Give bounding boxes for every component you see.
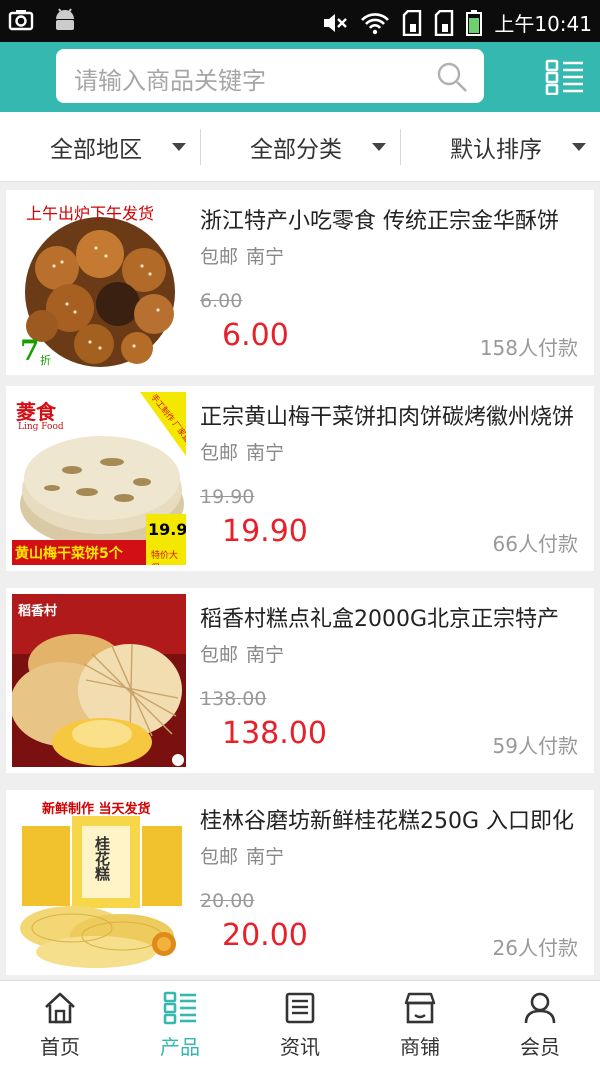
tab-home[interactable]: 首页 (0, 981, 120, 1067)
original-price: 19.90 (200, 486, 255, 508)
product-title[interactable]: 浙江特产小吃零食 传统正宗金华酥饼 (200, 203, 580, 235)
sold-count: 26人付款 (492, 936, 578, 960)
image-brand: 菱食 (16, 400, 56, 424)
chevron-down-icon[interactable] (172, 143, 186, 151)
top-header: 请输入商品关键字 (0, 42, 600, 112)
product-meta: 包邮 南宁 (200, 242, 284, 269)
tab-products[interactable]: 产品 (120, 981, 240, 1067)
product-image[interactable]: 新鲜制作 当天发货 桂花糕 (12, 796, 186, 969)
product-card[interactable]: 新鲜制作 当天发货 桂花糕 桂林谷磨坊新鲜桂花糕250G 入口即化 包邮 南宁 2… (6, 790, 594, 975)
image-brand-en: Ling Food (18, 422, 64, 432)
current-price: 6.00 (222, 318, 289, 353)
image-box-text: 桂花糕 (93, 836, 111, 881)
status-time: 上午10:41 (494, 12, 592, 36)
product-title[interactable]: 稻香村糕点礼盒2000G北京正宗特产 (200, 601, 580, 633)
sold-count: 158人付款 (479, 336, 578, 360)
image-caption: 黄山梅干菜饼5个 (15, 546, 123, 562)
current-price: 138.00 (222, 716, 327, 751)
sold-count: 59人付款 (492, 734, 578, 758)
sold-count: 66人付款 (492, 532, 578, 556)
image-banner-text: 新鲜制作 当天发货 (42, 802, 151, 817)
filter-region-label[interactable]: 全部地区 (50, 130, 142, 164)
location-tag: 南宁 (246, 246, 285, 268)
product-image[interactable]: 上午出炉下午发货 7 折 (12, 196, 186, 369)
product-image[interactable]: 菱食 Ling Food 手工制作 厂家直销 黄山梅干菜饼5个 19.9 特价大… (12, 392, 186, 565)
shop-icon[interactable] (403, 991, 437, 1025)
product-meta: 包邮 南宁 (200, 640, 284, 667)
current-price: 20.00 (222, 918, 308, 953)
image-discount-number: 7 (20, 334, 40, 367)
camera-icon (8, 10, 34, 31)
filter-region[interactable]: 全部地区 (0, 112, 200, 182)
image-promo: 特价大促 (151, 551, 179, 565)
shipping-tag: 包邮 (200, 846, 239, 868)
image-discount-unit: 折 (40, 354, 51, 367)
product-meta: 包邮 南宁 (200, 842, 284, 869)
original-price: 6.00 (200, 290, 243, 312)
shipping-tag: 包邮 (200, 246, 239, 268)
location-tag: 南宁 (246, 644, 285, 666)
location-tag: 南宁 (246, 442, 285, 464)
sim-card-icon (403, 9, 422, 36)
tab-news-label[interactable]: 资讯 (240, 1031, 360, 1060)
image-brand: 稻香村 (18, 604, 58, 619)
tab-member[interactable]: 会员 (480, 981, 600, 1067)
tab-products-label[interactable]: 产品 (120, 1031, 240, 1060)
product-title[interactable]: 正宗黄山梅干菜饼扣肉饼碳烤徽州烧饼 (200, 399, 580, 431)
filter-bar: 全部地区 全部分类 默认排序 (0, 112, 600, 182)
chevron-down-icon[interactable] (372, 143, 386, 151)
original-price: 20.00 (200, 890, 255, 912)
image-price-tag: 19.9 (148, 520, 186, 539)
tab-member-label[interactable]: 会员 (480, 1031, 600, 1060)
wifi-icon (361, 12, 390, 34)
tab-news[interactable]: 资讯 (240, 981, 360, 1067)
original-price: 138.00 (200, 688, 267, 710)
tab-home-label[interactable]: 首页 (0, 1031, 120, 1060)
tab-shop[interactable]: 商铺 (360, 981, 480, 1067)
product-card[interactable]: 稻香村 稻香村糕点礼盒2000G北京正宗特产 包邮 南宁 138.00 138.0… (6, 588, 594, 773)
filter-category[interactable]: 全部分类 (200, 112, 400, 182)
tab-shop-label[interactable]: 商铺 (360, 1031, 480, 1060)
mute-icon (324, 13, 348, 32)
shipping-tag: 包邮 (200, 644, 239, 666)
search-placeholder[interactable]: 请输入商品关键字 (74, 61, 266, 96)
search-icon[interactable] (436, 61, 468, 93)
product-meta: 包邮 南宁 (200, 438, 284, 465)
status-bar: 上午10:41 (0, 0, 600, 42)
search-box[interactable]: 请输入商品关键字 (56, 49, 484, 103)
category-menu-icon[interactable] (545, 59, 585, 95)
filter-sort[interactable]: 默认排序 (400, 112, 600, 182)
sim-card-icon-2 (435, 9, 454, 36)
image-banner-text: 上午出炉下午发货 (26, 204, 155, 223)
chevron-down-icon[interactable] (572, 143, 586, 151)
bottom-tab-bar: 首页 产品 资讯 商铺 会员 (0, 980, 600, 1067)
android-icon (56, 8, 74, 30)
member-icon[interactable] (523, 991, 557, 1025)
filter-category-label[interactable]: 全部分类 (250, 130, 342, 164)
home-icon[interactable] (43, 991, 77, 1025)
filter-sort-label[interactable]: 默认排序 (450, 130, 542, 164)
product-title[interactable]: 桂林谷磨坊新鲜桂花糕250G 入口即化 (200, 803, 580, 835)
shipping-tag: 包邮 (200, 442, 239, 464)
product-list-icon[interactable] (163, 991, 197, 1025)
product-card[interactable]: 菱食 Ling Food 手工制作 厂家直销 黄山梅干菜饼5个 19.9 特价大… (6, 386, 594, 571)
product-image[interactable]: 稻香村 (12, 594, 186, 767)
news-icon[interactable] (283, 991, 317, 1025)
current-price: 19.90 (222, 514, 308, 549)
battery-icon (466, 9, 483, 36)
location-tag: 南宁 (246, 846, 285, 868)
product-card[interactable]: 上午出炉下午发货 7 折 浙江特产小吃零食 传统正宗金华酥饼 包邮 南宁 6.00… (6, 190, 594, 375)
